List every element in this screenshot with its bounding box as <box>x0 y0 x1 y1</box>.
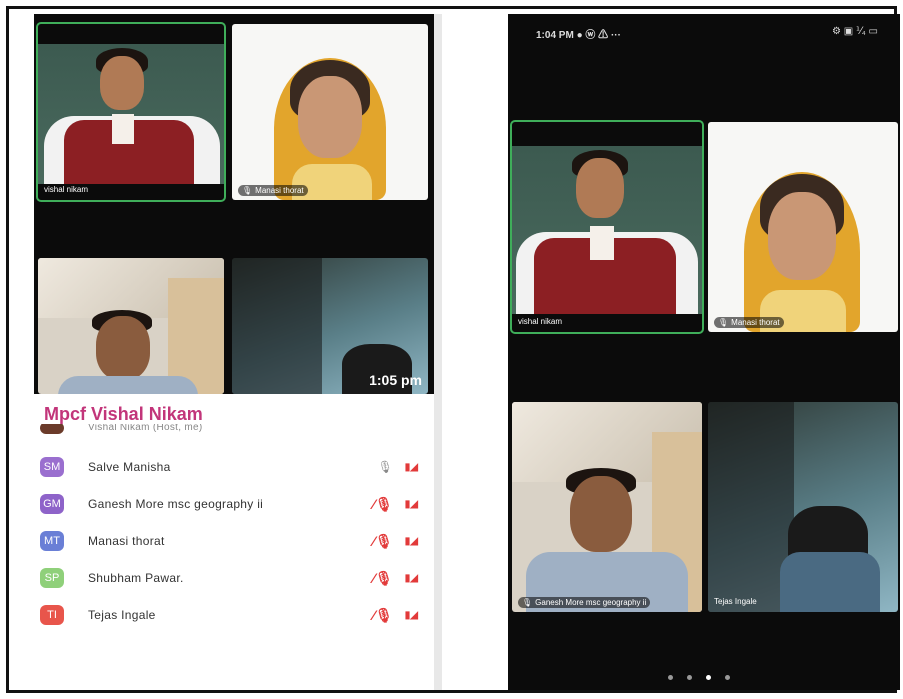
page-dot[interactable] <box>687 675 692 680</box>
camera-off-icon[interactable]: ▮◢ <box>405 462 418 473</box>
page-dot[interactable] <box>725 675 730 680</box>
video-tile-ganesh[interactable]: 🎙 Ganesh More msc geography ii <box>512 402 702 612</box>
camera-off-icon[interactable]: ▮◢ <box>405 536 418 547</box>
page-dot-active[interactable] <box>706 675 711 680</box>
meeting-title: Mpcf Vishal Nikam <box>44 404 203 424</box>
mic-muted-icon: 🎙 <box>718 318 729 327</box>
camera-off-icon[interactable]: ▮◢ <box>405 610 418 621</box>
participant-name-tag: 🎙 Manasi thorat <box>714 317 784 328</box>
video-tile-vishal[interactable]: vishal nikam <box>510 120 704 334</box>
mic-off-icon[interactable]: ⁄🎙 <box>373 533 393 550</box>
system-icons: ⚙ ▣ ⅟₄ ▭ <box>832 26 878 37</box>
camera-off-icon[interactable]: ▮◢ <box>405 573 418 584</box>
video-feed <box>512 146 702 314</box>
avatar: SM <box>40 457 64 477</box>
mic-off-icon[interactable]: ⁄🎙 <box>373 496 393 513</box>
avatar <box>40 424 64 434</box>
participant-name: Salve Manisha <box>88 460 171 474</box>
list-item[interactable]: SM Salve Manisha 🎙 ▮◢ <box>40 454 420 480</box>
mic-muted-icon: 🎙 <box>522 598 533 607</box>
video-tile-manasi[interactable]: 🎙 Manasi thorat <box>708 122 898 332</box>
video-tile-vishal[interactable]: vishal nikam <box>36 22 226 202</box>
timestamp: 1:05 pm <box>369 372 422 388</box>
avatar: GM <box>40 494 64 514</box>
participant-name-tag: 🎙 Manasi thorat <box>238 185 308 196</box>
mic-muted-icon: 🎙 <box>242 186 253 195</box>
participant-name: Tejas Ingale <box>88 608 156 622</box>
notification-icons: ● ⓦ ⚠ ··· <box>576 30 621 41</box>
page-dot[interactable] <box>668 675 673 680</box>
participant-name: Manasi thorat <box>255 186 304 195</box>
avatar: TI <box>40 605 64 625</box>
list-item[interactable]: GM Ganesh More msc geography ii ⁄🎙 ▮◢ <box>40 491 420 517</box>
scrollbar[interactable] <box>434 14 442 690</box>
participant-name: Manasi thorat <box>731 318 780 327</box>
mic-off-icon[interactable]: ⁄🎙 <box>373 570 393 587</box>
video-tile-tejas[interactable]: 1:05 pm <box>232 258 428 394</box>
video-tile-tejas[interactable]: Tejas Ingale <box>708 402 898 612</box>
list-item[interactable]: MT Manasi thorat ⁄🎙 ▮◢ <box>40 528 420 554</box>
participant-list: Mpcf Vishal Nikam Vishal Nikam (Host, me… <box>26 400 434 690</box>
list-item[interactable]: SP Shubham Pawar. ⁄🎙 ▮◢ <box>40 565 420 591</box>
camera-off-icon[interactable]: ▮◢ <box>405 499 418 510</box>
participant-name-tag: vishal nikam <box>518 317 563 326</box>
participant-name-tag: vishal nikam <box>44 185 89 194</box>
mic-off-icon[interactable]: ⁄🎙 <box>373 607 393 624</box>
participant-name: Vishal Nikam (Host, me) <box>88 424 203 433</box>
participant-name: Manasi thorat <box>88 534 165 548</box>
participant-name: Ganesh More msc geography ii <box>535 598 647 607</box>
video-tile-ganesh[interactable] <box>38 258 224 394</box>
list-item[interactable]: Vishal Nikam (Host, me) <box>40 424 420 438</box>
participant-name-tag: 🎙 Ganesh More msc geography ii <box>518 597 651 608</box>
participant-name: Ganesh More msc geography ii <box>88 497 264 511</box>
avatar: SP <box>40 568 64 588</box>
page-indicator[interactable] <box>668 675 730 680</box>
status-bar: 1:04 PM ● ⓦ ⚠ ··· ⚙ ▣ ⅟₄ ▭ <box>508 14 900 48</box>
phone-meeting-view: 1:04 PM ● ⓦ ⚠ ··· ⚙ ▣ ⅟₄ ▭ vishal nikam … <box>508 14 900 690</box>
participant-name-tag: Tejas Ingale <box>714 597 757 606</box>
avatar: MT <box>40 531 64 551</box>
left-video-grid: vishal nikam 🎙 Manasi thorat 1:05 pm <box>34 14 434 394</box>
video-tile-manasi[interactable]: 🎙 Manasi thorat <box>232 24 428 200</box>
video-feed <box>38 44 224 184</box>
list-item[interactable]: TI Tejas Ingale ⁄🎙 ▮◢ <box>40 602 420 628</box>
participant-name: Shubham Pawar. <box>88 571 184 585</box>
mic-icon[interactable]: 🎙 <box>378 460 393 474</box>
status-time: 1:04 PM <box>536 30 574 41</box>
